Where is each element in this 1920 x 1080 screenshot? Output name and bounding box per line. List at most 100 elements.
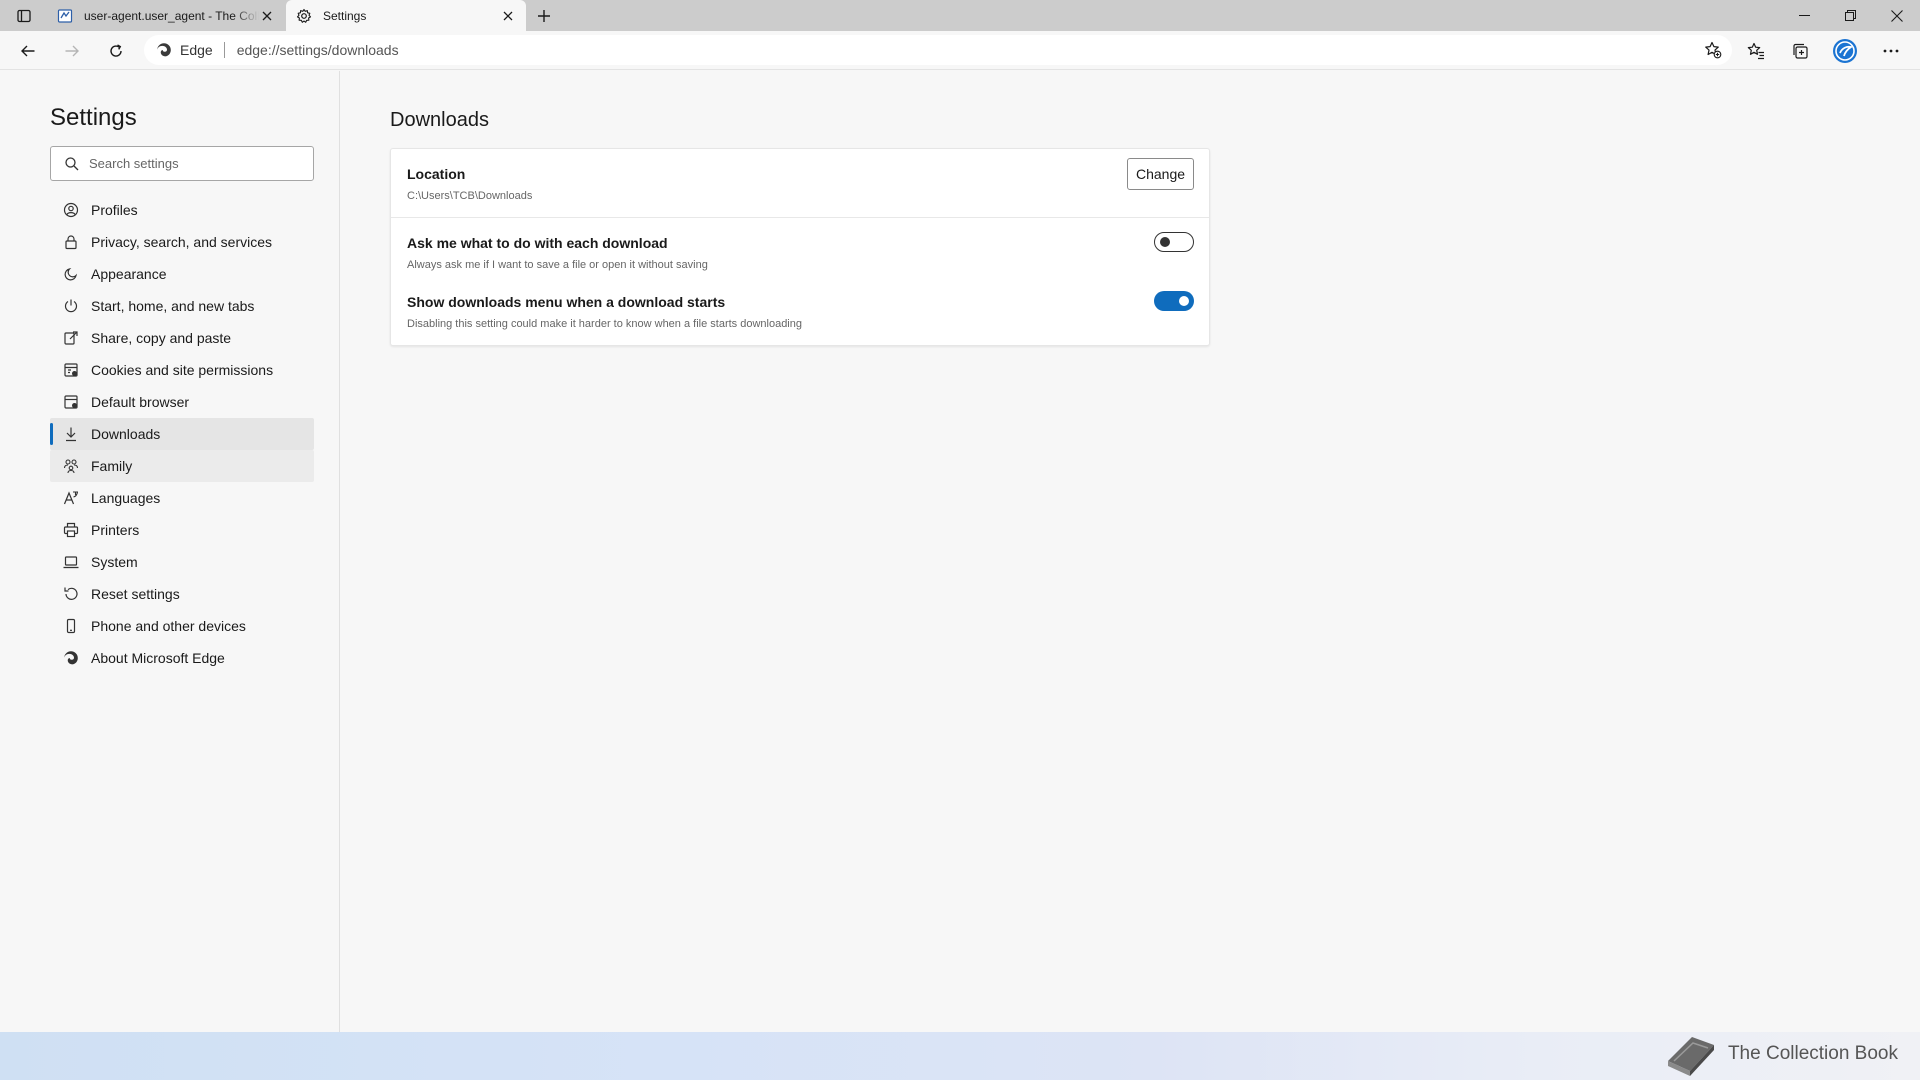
- sidebar-item-label: Family: [91, 458, 133, 474]
- close-tab-icon[interactable]: [259, 8, 275, 24]
- download-icon: [63, 426, 79, 442]
- sidebar-item-label: About Microsoft Edge: [91, 650, 225, 666]
- close-window-button[interactable]: [1874, 0, 1920, 31]
- cookies-icon: [63, 362, 79, 378]
- settings-sidebar: Settings Profiles Privacy, search, and s…: [0, 71, 340, 1032]
- settings-and-more-button[interactable]: [1875, 37, 1907, 65]
- sidebar-item-label: Default browser: [91, 394, 190, 410]
- ask-each-download-desc: Always ask me if I want to save a file o…: [407, 259, 708, 271]
- reset-icon: [63, 586, 79, 602]
- show-downloads-menu-desc: Disabling this setting could make it har…: [407, 318, 802, 330]
- sidebar-item-phone-devices[interactable]: Phone and other devices: [50, 610, 314, 642]
- favorites-icon: [1747, 42, 1764, 60]
- search-icon: [65, 156, 79, 170]
- profile-icon: [63, 202, 79, 218]
- ask-each-download-row: Ask me what to do with each download Alw…: [391, 218, 1209, 278]
- tab-settings[interactable]: Settings: [286, 0, 526, 31]
- show-downloads-menu-toggle[interactable]: [1154, 291, 1194, 311]
- sidebar-item-label: Languages: [91, 490, 161, 506]
- sidebar-item-languages[interactable]: Languages: [50, 482, 314, 514]
- site-identity-chip[interactable]: Edge: [156, 42, 213, 58]
- sidebar-item-label: Printers: [91, 522, 140, 538]
- toggle-knob: [1179, 296, 1189, 306]
- sidebar-item-label: Privacy, search, and services: [91, 234, 273, 250]
- forward-button[interactable]: [56, 37, 88, 65]
- back-button[interactable]: [12, 37, 44, 65]
- refresh-button[interactable]: [100, 37, 132, 65]
- lock-icon: [63, 234, 79, 250]
- tab-title: Settings: [323, 8, 367, 23]
- collection-book-watermark: The Collection Book: [1662, 1028, 1898, 1080]
- profile-button[interactable]: [1829, 37, 1861, 65]
- edge-logo-icon: [63, 650, 79, 666]
- sidebar-item-reset[interactable]: Reset settings: [50, 578, 314, 610]
- sidebar-item-privacy[interactable]: Privacy, search, and services: [50, 226, 314, 258]
- show-downloads-menu-title: Show downloads menu when a download star…: [407, 294, 726, 310]
- location-row: Location C:\Users\TCB\Downloads Change: [391, 149, 1209, 217]
- close-tab-icon[interactable]: [500, 8, 516, 24]
- family-icon: [63, 458, 79, 474]
- add-favorite-icon[interactable]: [1704, 41, 1722, 59]
- profile-avatar-icon: [1833, 39, 1857, 63]
- sidebar-item-downloads[interactable]: Downloads: [50, 418, 314, 450]
- tab-actions-button[interactable]: [10, 4, 38, 28]
- location-path: C:\Users\TCB\Downloads: [407, 190, 533, 202]
- sidebar-item-system[interactable]: System: [50, 546, 314, 578]
- minimize-icon: [1798, 15, 1810, 16]
- sidebar-item-label: System: [91, 554, 138, 570]
- settings-nav: Profiles Privacy, search, and services A…: [50, 194, 314, 674]
- sidebar-item-family[interactable]: Family: [50, 450, 314, 482]
- close-icon: [1891, 9, 1903, 22]
- restore-button[interactable]: [1827, 0, 1873, 31]
- phone-icon: [63, 618, 79, 634]
- search-settings-box[interactable]: [50, 146, 314, 181]
- printer-icon: [63, 522, 79, 538]
- downloads-settings-card: Location C:\Users\TCB\Downloads Change A…: [390, 148, 1210, 346]
- sidebar-item-profiles[interactable]: Profiles: [50, 194, 314, 226]
- collections-icon: [1793, 43, 1808, 59]
- url-text[interactable]: edge://settings/downloads: [237, 42, 399, 58]
- more-icon: [1883, 49, 1899, 53]
- sidebar-item-label: Cookies and site permissions: [91, 362, 274, 378]
- edge-logo-icon: [157, 43, 171, 57]
- sidebar-item-share-copy[interactable]: Share, copy and paste: [50, 322, 314, 354]
- sidebar-item-label: Share, copy and paste: [91, 330, 232, 346]
- address-bar[interactable]: Edge edge://settings/downloads: [144, 35, 1732, 65]
- tab-title: user-agent.user_agent - The Collection B…: [84, 8, 259, 23]
- sidebar-title: Settings: [50, 104, 137, 131]
- taskbar-strip: [0, 1032, 1920, 1080]
- browser-icon: [63, 394, 79, 410]
- sidebar-item-label: Reset settings: [91, 586, 180, 602]
- sidebar-item-appearance[interactable]: Appearance: [50, 258, 314, 290]
- sidebar-item-cookies[interactable]: Cookies and site permissions: [50, 354, 314, 386]
- new-tab-button[interactable]: [530, 3, 558, 29]
- site-chip-label: Edge: [180, 42, 213, 58]
- minimize-button[interactable]: [1781, 0, 1827, 31]
- location-title: Location: [407, 166, 466, 182]
- sidebar-item-start-home[interactable]: Start, home, and new tabs: [50, 290, 314, 322]
- collections-button[interactable]: [1784, 37, 1816, 65]
- tab-user-agent[interactable]: user-agent.user_agent - The Collection B…: [47, 0, 285, 31]
- share-icon: [63, 330, 79, 346]
- laptop-icon: [63, 554, 79, 570]
- sidebar-item-printers[interactable]: Printers: [50, 514, 314, 546]
- sidebar-item-label: Downloads: [91, 426, 161, 442]
- plus-icon: [538, 10, 550, 22]
- back-arrow-icon: [21, 45, 35, 57]
- favorites-button[interactable]: [1740, 37, 1772, 65]
- page-title: Downloads: [390, 109, 489, 131]
- collection-book-favicon-icon: [57, 8, 73, 24]
- sidebar-item-about-edge[interactable]: About Microsoft Edge: [50, 642, 314, 674]
- sidebar-item-label: Phone and other devices: [91, 618, 246, 634]
- languages-icon: [63, 490, 79, 506]
- appearance-icon: [63, 266, 79, 282]
- book-logo-icon: [1667, 1037, 1714, 1076]
- forward-arrow-icon: [65, 45, 79, 57]
- power-icon: [63, 298, 79, 314]
- ask-each-download-toggle[interactable]: [1154, 232, 1194, 252]
- sidebar-item-default-browser[interactable]: Default browser: [50, 386, 314, 418]
- search-input[interactable]: [89, 156, 289, 171]
- change-location-button[interactable]: Change: [1127, 158, 1194, 190]
- ask-each-download-title: Ask me what to do with each download: [407, 235, 668, 251]
- browser-toolbar: Edge edge://settings/downloads: [0, 31, 1920, 70]
